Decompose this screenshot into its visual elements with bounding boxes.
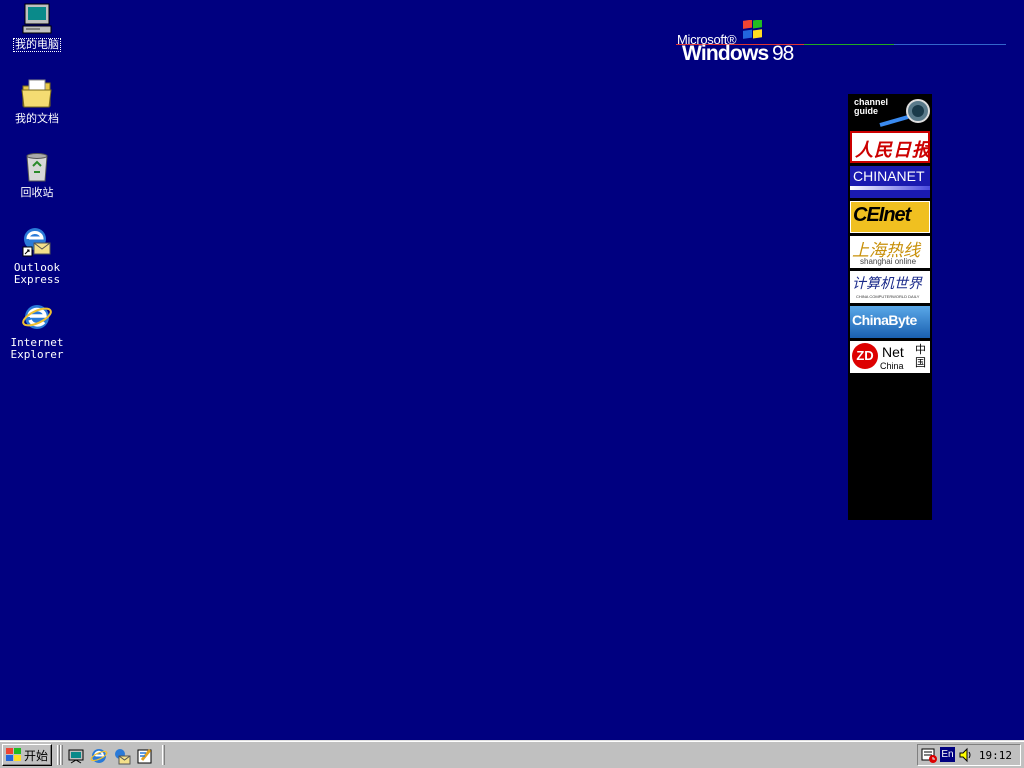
show-desktop-icon[interactable]: [67, 747, 85, 765]
channel-people-daily-label: 人民日报: [855, 140, 930, 161]
system-tray: En 19:12: [917, 744, 1021, 766]
my-documents-icon: [21, 79, 52, 108]
my-computer-icon: [22, 3, 52, 34]
desktop-icon-internet-explorer[interactable]: Internet Explorer: [0, 300, 74, 361]
channel-chinabyte-label: ChinaByte: [852, 312, 917, 328]
desktop-icon-label: 我的文档: [15, 112, 59, 125]
taskbar-grip[interactable]: [60, 745, 63, 765]
zdnet-zh-label: 中国: [915, 343, 926, 369]
channel-guide-button[interactable]: channel guide: [850, 96, 930, 128]
channel-zdnet-china[interactable]: ZD Net China 中国: [850, 341, 930, 373]
desktop-icon-my-documents[interactable]: 我的文档: [0, 76, 74, 125]
channel-chinanet-stripe: [850, 186, 930, 190]
channel-chinabyte[interactable]: ChinaByte: [850, 306, 930, 338]
channel-computerworld-label: 计算机世界: [852, 276, 922, 292]
logo-version-text: 98: [772, 42, 794, 65]
desktop-icon-label: Outlook Express: [13, 261, 61, 286]
volume-icon[interactable]: [958, 747, 974, 763]
windows98-logo: Microsoft® Windows 98: [676, 18, 1016, 68]
internet-explorer-icon: [22, 305, 52, 329]
magnifier-icon: [879, 99, 930, 127]
desktop-icon-my-computer[interactable]: 我的电脑: [0, 2, 74, 52]
logo-windows-text: Windows: [682, 42, 769, 65]
zdnet-net-label: Net: [882, 344, 904, 360]
desktop-icon-label: Internet Explorer: [10, 336, 64, 361]
windows-flag-icon: [6, 748, 21, 761]
zdnet-china-label: China: [880, 361, 904, 371]
desktop-icon-outlook-express[interactable]: Outlook Express: [0, 225, 74, 286]
channel-people-daily[interactable]: 人民日报: [850, 131, 930, 163]
outlook-express-icon[interactable]: [113, 747, 131, 765]
channel-shanghai-online-sub: shanghai online: [860, 257, 917, 266]
channel-ceinet[interactable]: CEInet: [850, 201, 930, 233]
outlook-express-icon: [22, 228, 51, 257]
clock[interactable]: 19:12: [979, 749, 1012, 762]
zdnet-zd-badge: ZD: [852, 343, 878, 369]
desktop-icon-label: 我的电脑: [13, 38, 61, 52]
channel-chinanet-label: CHINANET: [853, 168, 925, 184]
language-indicator[interactable]: En: [940, 747, 955, 762]
taskbar-grip[interactable]: [162, 745, 165, 765]
channel-chinanet[interactable]: CHINANET: [850, 166, 930, 198]
scheduler-icon[interactable]: [921, 747, 937, 763]
desktop-icon-label: 回收站: [20, 186, 54, 199]
recycle-bin-icon: [26, 153, 48, 182]
start-button-label: 开始: [24, 748, 49, 763]
taskbar: 开始 En 19:12: [0, 740, 1024, 768]
internet-explorer-icon[interactable]: [90, 747, 108, 765]
desktop-icon-recycle-bin[interactable]: 回收站: [0, 150, 74, 199]
logo-line-green: [804, 44, 894, 45]
logo-line-blue: [894, 44, 1006, 45]
channels-icon[interactable]: [136, 747, 154, 765]
channel-computerworld[interactable]: 计算机世界 CHINA COMPUTERWORLD DAILY: [850, 271, 930, 303]
channel-shanghai-online[interactable]: 上海热线 shanghai online: [850, 236, 930, 268]
start-button[interactable]: 开始: [2, 744, 52, 766]
channel-bar: channel guide 人民日报 CHINANET CEInet 上海热线 …: [848, 94, 932, 520]
windows-flag-icon: [743, 20, 762, 39]
channel-guide-line2: guide: [854, 106, 878, 116]
channel-ceinet-label: CEInet: [853, 204, 911, 226]
channel-computerworld-sub: CHINA COMPUTERWORLD DAILY: [856, 294, 920, 299]
